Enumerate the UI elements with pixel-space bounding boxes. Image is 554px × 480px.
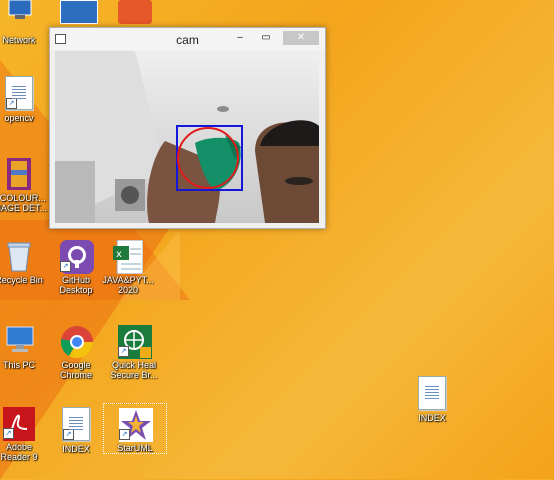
icon-label: Network <box>2 35 36 45</box>
desktop-icon-java-python[interactable]: x JAVA&PYT... 2020 <box>97 239 159 295</box>
camera-feed <box>55 51 319 223</box>
desktop-icon-colour-detection[interactable]: ...COLOUR... IMAGE DET... <box>0 158 50 213</box>
icon-label: JAVA&PYT... 2020 <box>102 275 154 295</box>
computer-icon <box>3 325 35 357</box>
partial-top-icon-1[interactable] <box>60 0 98 24</box>
network-icon <box>3 0 35 32</box>
desktop-icon-adobe-reader[interactable]: ↗ Adobe Reader 9 <box>0 407 50 462</box>
title-bar[interactable]: cam – ▭ ✕ <box>50 28 325 50</box>
cam-window[interactable]: cam – ▭ ✕ <box>49 27 326 229</box>
icon-label: Google Chrome <box>59 360 92 380</box>
desktop-icon-network[interactable]: Network <box>0 0 50 45</box>
desktop-icon-quick-heal[interactable]: ↗ Quick Heal Secure Br... <box>103 325 165 380</box>
icon-label: INDEX <box>418 413 446 423</box>
icon-label: This PC <box>2 360 35 370</box>
document-icon: ↗ <box>5 76 33 110</box>
icon-label: ...COLOUR... IMAGE DET... <box>0 193 47 213</box>
github-icon: ↗ <box>60 240 94 274</box>
maximize-button[interactable]: ▭ <box>255 31 277 45</box>
desktop-icon-google-chrome[interactable]: Google Chrome <box>45 325 107 380</box>
desktop-icon-index[interactable]: ↗ INDEX <box>45 407 107 454</box>
shortcut-arrow-icon: ↗ <box>3 428 14 439</box>
shortcut-arrow-icon: ↗ <box>63 429 74 440</box>
desktop-icon-recycle-bin[interactable]: Recycle Bin <box>0 240 50 285</box>
document-icon <box>418 376 446 410</box>
camera-frame-image <box>55 51 319 223</box>
icon-label: StarUML <box>117 443 153 453</box>
icon-label: INDEX <box>62 444 90 454</box>
quick-heal-icon: ↗ <box>118 325 152 359</box>
desktop-icon-index-right[interactable]: INDEX <box>401 376 463 423</box>
adobe-reader-icon: ↗ <box>3 407 35 441</box>
shortcut-arrow-icon: ↗ <box>118 346 129 357</box>
recycle-bin-icon <box>3 240 35 272</box>
staruml-icon: ↗ <box>119 408 153 442</box>
desktop-icon-opencv[interactable]: ↗ opencv <box>0 76 50 123</box>
desktop-icon-staruml[interactable]: ↗ StarUML <box>103 403 167 454</box>
icon-label: opencv <box>4 113 34 123</box>
close-button[interactable]: ✕ <box>283 31 319 45</box>
partial-top-icon-2[interactable] <box>118 0 152 24</box>
icon-label: Quick Heal Secure Br... <box>110 360 158 380</box>
document-icon: ↗ <box>62 407 90 441</box>
icon-label: Recycle Bin <box>0 275 43 285</box>
shortcut-arrow-icon: ↗ <box>6 98 17 109</box>
shortcut-arrow-icon: ↗ <box>60 261 71 272</box>
minimize-button[interactable]: – <box>229 31 251 45</box>
chrome-icon <box>60 325 94 359</box>
shortcut-arrow-icon: ↗ <box>119 429 130 440</box>
spreadsheet-icon: x <box>112 239 144 275</box>
desktop-icon-this-pc[interactable]: This PC <box>0 325 50 370</box>
svg-text:x: x <box>116 249 122 260</box>
icon-label: Adobe Reader 9 <box>0 442 38 462</box>
archive-icon <box>3 158 35 190</box>
